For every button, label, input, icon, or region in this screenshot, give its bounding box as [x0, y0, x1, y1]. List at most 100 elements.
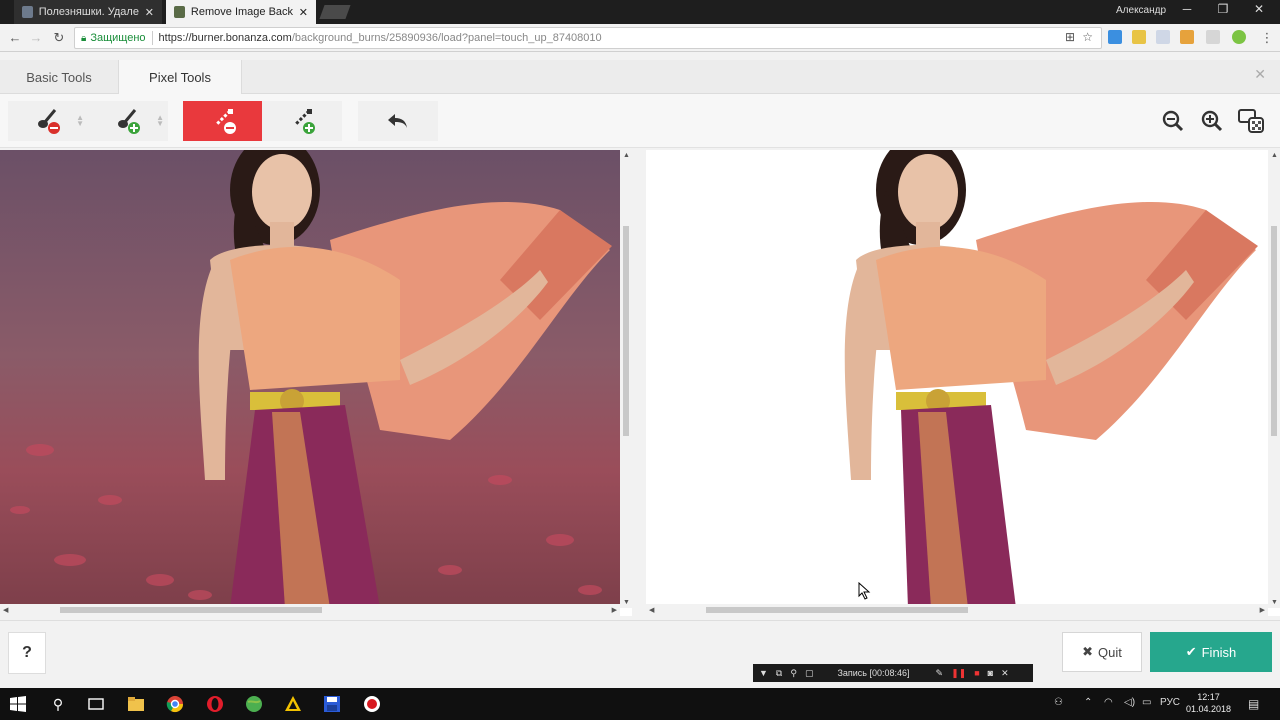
system-clock[interactable]: 12:17 01.04.2018 [1186, 691, 1231, 715]
windows-start-icon[interactable] [8, 694, 28, 714]
url-text: https://burner.bonanza.com/background_bu… [159, 32, 602, 44]
reload-icon[interactable]: ↻ [50, 30, 68, 46]
camera-icon[interactable]: ◙ [988, 668, 993, 678]
windows-taskbar: ⚲ ⚇ ⌃ ◠ ◁) ▭ РУС ▤ [0, 688, 1280, 720]
brush-keep-button[interactable]: ▲ ▼ [88, 101, 168, 141]
recorder-app-icon[interactable] [362, 694, 382, 714]
tool-tabs: Basic Tools Pixel Tools [0, 60, 1280, 94]
horizontal-scrollbar[interactable]: ◀ ▶ [0, 604, 620, 616]
scroll-right-icon[interactable]: ▶ [612, 606, 617, 614]
tab-pixel-tools[interactable]: Pixel Tools [118, 60, 242, 94]
window-icon[interactable]: ⧉ [776, 668, 782, 679]
finish-button[interactable]: ✔ Finish [1150, 632, 1272, 672]
volume-icon[interactable]: ◁) [1124, 697, 1135, 708]
size-stepper-icon[interactable]: ▲ ▼ [156, 114, 164, 128]
window-close-icon[interactable]: ✕ [1244, 2, 1274, 16]
extension-icon[interactable] [1156, 30, 1170, 44]
region-icon[interactable]: ▢ [805, 668, 814, 679]
bookmark-star-icon[interactable]: ☆ [1082, 30, 1093, 44]
mouse-cursor-icon [858, 582, 871, 600]
vertical-scrollbar[interactable]: ▲ ▼ [1268, 150, 1280, 608]
scrollbar-thumb[interactable] [60, 607, 322, 613]
extension-icon[interactable] [1132, 30, 1146, 44]
view-toggle-button[interactable] [1232, 101, 1270, 141]
scroll-right-icon[interactable]: ▶ [1260, 606, 1265, 614]
url-field[interactable]: 🔒︎ Защищено https://burner.bonanza.com/b… [74, 27, 1102, 49]
globe-app-icon[interactable] [244, 694, 264, 714]
screen-recorder-bar: ▼ ⧉ ⚲ ▢ Запись [00:08:46] ✎ ❚❚ ■ ◙ ✕ [753, 664, 1033, 682]
opera-icon[interactable] [205, 694, 225, 714]
tray-expand-icon[interactable]: ⌃ [1084, 697, 1092, 708]
zoom-in-button[interactable] [1193, 101, 1231, 141]
browser-tab-1[interactable]: Полезняшки. Удаление ✕ [14, 0, 162, 24]
extension-icon[interactable] [1108, 30, 1122, 44]
scroll-left-icon[interactable]: ◀ [649, 606, 654, 614]
close-icon[interactable]: ✕ [1254, 66, 1266, 83]
extension-icon[interactable] [1180, 30, 1194, 44]
scrollbar-thumb[interactable] [1271, 226, 1277, 436]
profile-name[interactable]: Александр [1116, 5, 1166, 16]
address-bar: ← → ↻ 🔒︎ Защищено https://burner.bonanza… [0, 24, 1280, 52]
pencil-icon[interactable]: ✎ [936, 668, 944, 679]
close-icon[interactable]: ✕ [299, 6, 308, 19]
scroll-up-icon[interactable]: ▲ [623, 152, 630, 159]
result-image-canvas[interactable]: ▲ ▼ ◀ ▶ [646, 150, 1280, 616]
scroll-up-icon[interactable]: ▲ [1271, 152, 1278, 159]
pause-icon[interactable]: ❚❚ [951, 668, 966, 679]
file-explorer-icon[interactable] [126, 694, 146, 714]
brush-remove-button[interactable]: ▲ ▼ [8, 101, 88, 141]
bonanza-icon [174, 6, 185, 18]
people-icon[interactable]: ⚇ [1054, 697, 1063, 708]
app-icon[interactable] [283, 694, 303, 714]
magic-wand-remove-icon [214, 109, 236, 134]
new-tab-button[interactable] [319, 5, 351, 19]
wifi-icon[interactable]: ◠ [1104, 697, 1113, 708]
pixel-toolbar: ▲ ▼ ▲ ▼ [0, 94, 1280, 148]
task-view-icon[interactable] [86, 694, 106, 714]
tab-basic-tools[interactable]: Basic Tools [0, 60, 118, 94]
brush-keep-icon [118, 109, 140, 134]
size-stepper-icon[interactable]: ▲ ▼ [76, 114, 84, 128]
magnifier-icon[interactable]: ⚲ [790, 668, 797, 679]
browser-titlebar: Полезняшки. Удаление ✕ Remove Image Back… [0, 0, 1280, 24]
vertical-scrollbar[interactable]: ▲ ▼ [620, 150, 632, 608]
extension-icon[interactable] [1206, 30, 1220, 44]
recording-status: Запись [00:08:46] [837, 668, 910, 678]
save-app-icon[interactable] [322, 694, 342, 714]
restore-icon[interactable]: ❐ [1208, 2, 1238, 16]
help-button[interactable]: ? [8, 632, 46, 674]
scrollbar-thumb[interactable] [623, 226, 629, 436]
dropdown-icon[interactable]: ▼ [759, 668, 768, 678]
language-indicator[interactable]: РУС [1160, 697, 1180, 708]
horizontal-scrollbar[interactable]: ◀ ▶ [646, 604, 1268, 616]
notifications-icon[interactable]: ▤ [1248, 697, 1259, 711]
undo-button[interactable] [358, 101, 438, 141]
divider [151, 31, 153, 45]
scroll-down-icon[interactable]: ▼ [1271, 599, 1278, 606]
wand-keep-button[interactable] [262, 101, 342, 141]
quit-button[interactable]: ✖ Quit [1062, 632, 1142, 672]
time: 12:17 [1197, 692, 1220, 702]
zoom-out-icon [1162, 110, 1184, 132]
minimize-icon[interactable]: ─ [1172, 2, 1202, 16]
chrome-icon[interactable] [165, 694, 185, 714]
scrollbar-thumb[interactable] [706, 607, 968, 613]
scroll-left-icon[interactable]: ◀ [3, 606, 8, 614]
finish-label: Finish [1201, 644, 1237, 660]
browser-tab-2[interactable]: Remove Image Backgrou ✕ [166, 0, 316, 24]
scroll-down-icon[interactable]: ▼ [623, 599, 630, 606]
stop-icon[interactable]: ■ [974, 668, 979, 678]
search-icon[interactable]: ⚲ [48, 694, 68, 714]
forward-icon[interactable]: → [27, 30, 45, 45]
wand-remove-button[interactable] [183, 101, 263, 141]
extension-icon[interactable] [1232, 30, 1246, 44]
back-icon[interactable]: ← [6, 30, 24, 45]
translate-icon[interactable]: ⊞ [1065, 30, 1075, 44]
brush-remove-icon [38, 109, 60, 134]
close-icon[interactable]: ✕ [145, 6, 154, 19]
close-icon[interactable]: ✕ [1001, 668, 1009, 679]
zoom-out-button[interactable] [1154, 101, 1192, 141]
original-image-canvas[interactable]: ▲ ▼ ◀ ▶ [0, 150, 632, 616]
battery-icon[interactable]: ▭ [1142, 697, 1151, 708]
menu-icon[interactable]: ⋮ [1258, 30, 1276, 46]
